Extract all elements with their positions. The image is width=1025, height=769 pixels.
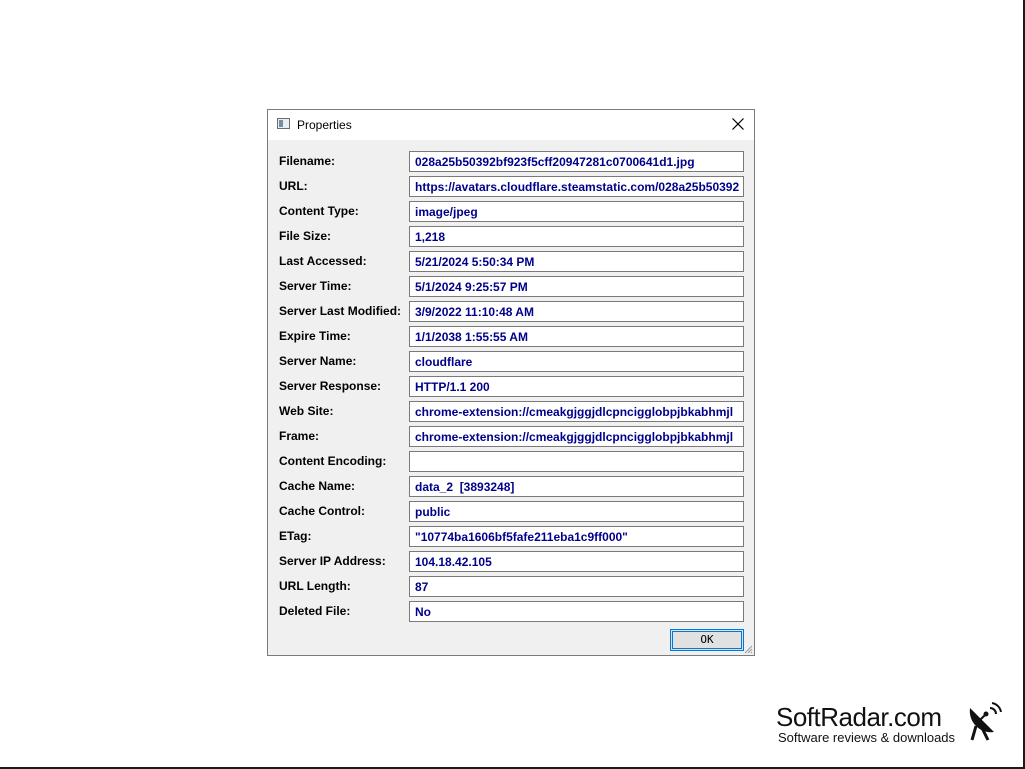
property-row: Cache Control: public [268,499,754,524]
property-value: chrome-extension://cmeakgjggjdlcpncigglo… [415,430,734,444]
property-value-field[interactable]: 5/1/2024 9:25:57 PM [409,276,744,297]
property-label: Server IP Address: [279,554,386,568]
property-row: URL Length: 87 [268,574,754,599]
property-row: Frame: chrome-extension://cmeakgjggjdlcpn… [268,424,754,449]
property-value: data_2 [3893248] [415,480,515,494]
property-value: 028a25b50392bf923f5cff20947281c0700641d1… [415,155,695,169]
watermark-name: SoftRadar.com [776,702,942,732]
property-row: Deleted File: No [268,599,754,624]
property-value: 5/1/2024 9:25:57 PM [415,280,528,294]
dialog-titlebar[interactable]: Properties [268,110,754,140]
property-row: Filename: 028a25b50392bf923f5cff20947281c… [268,149,754,174]
property-value: "10774ba1606bf5fafe211eba1c9ff000" [415,530,628,544]
property-value: No [415,605,431,619]
softradar-watermark: SoftRadar.com Software reviews & downloa… [776,700,1006,748]
property-label: Frame: [279,429,320,443]
property-value-field[interactable]: 1,218 [409,226,744,247]
property-label: File Size: [279,229,332,243]
property-row: Cache Name: data_2 [3893248] [268,474,754,499]
property-row: Expire Time: 1/1/2038 1:55:55 AM [268,324,754,349]
property-value: cloudflare [415,355,473,369]
ok-button[interactable]: OK [670,629,744,651]
property-label: Server Last Modified: [279,304,402,318]
property-row: Server Response: HTTP/1.1 200 [268,374,754,399]
property-value-field[interactable]: 5/21/2024 5:50:34 PM [409,251,744,272]
resize-grip-icon[interactable] [743,644,753,654]
property-label: Server Name: [279,354,357,368]
property-value-field[interactable]: No [409,601,744,622]
close-x-icon [732,118,744,130]
property-value-field[interactable]: 1/1/2038 1:55:55 AM [409,326,744,347]
property-value: https://avatars.cloudflare.steamstatic.c… [415,180,740,194]
property-label: Deleted File: [279,604,351,618]
property-value: HTTP/1.1 200 [415,380,490,394]
property-label: Web Site: [279,404,334,418]
satellite-dish-icon [969,702,1002,741]
property-row: Server Time: 5/1/2024 9:25:57 PM [268,274,754,299]
property-row: File Size: 1,218 [268,224,754,249]
property-row: Content Type: image/jpeg [268,199,754,224]
property-label: Server Response: [279,379,382,393]
dialog-title: Properties [297,118,352,132]
property-value-field[interactable]: "10774ba1606bf5fafe211eba1c9ff000" [409,526,744,547]
property-value: 5/21/2024 5:50:34 PM [415,255,535,269]
property-value-field[interactable]: 104.18.42.105 [409,551,744,572]
property-label: ETag: [279,529,312,543]
screenshot-stage: Properties Filename: 028a25b50392bf923f5c… [0,0,1025,769]
property-label: Content Type: [279,204,359,218]
property-value: 1/1/2038 1:55:55 AM [415,330,528,344]
properties-dialog: Properties Filename: 028a25b50392bf923f5c… [267,109,755,656]
property-label: Cache Name: [279,479,356,493]
property-row: ETag: "10774ba1606bf5fafe211eba1c9ff000" [268,524,754,549]
property-row: Content Encoding: [268,449,754,474]
property-row: Server Name: cloudflare [268,349,754,374]
property-value-field[interactable]: image/jpeg [409,201,744,222]
property-value: 87 [415,580,429,594]
property-value-field[interactable] [409,451,744,472]
property-label: URL: [279,179,308,193]
property-value: 104.18.42.105 [415,555,492,569]
property-row: Web Site: chrome-extension://cmeakgjggjdl… [268,399,754,424]
property-label: Expire Time: [279,329,351,343]
watermark-tagline: Software reviews & downloads [778,730,956,745]
property-value-field[interactable]: cloudflare [409,351,744,372]
property-row: Server Last Modified: 3/9/2022 11:10:48 A… [268,299,754,324]
property-label: Server Time: [279,279,352,293]
property-value-field[interactable]: data_2 [3893248] [409,476,744,497]
property-value-field[interactable]: public [409,501,744,522]
property-value-field[interactable]: HTTP/1.1 200 [409,376,744,397]
property-label: Content Encoding: [279,454,387,468]
property-value: image/jpeg [415,205,478,219]
property-label: URL Length: [279,579,351,593]
property-value-field[interactable]: 3/9/2022 11:10:48 AM [409,301,744,322]
property-value-field[interactable]: chrome-extension://cmeakgjggjdlcpncigglo… [409,426,744,447]
property-value-field[interactable]: chrome-extension://cmeakgjggjdlcpncigglo… [409,401,744,422]
property-label: Last Accessed: [279,254,367,268]
window-icon [277,118,290,129]
property-value-field[interactable]: https://avatars.cloudflare.steamstatic.c… [409,176,744,197]
property-row: URL: https://avatars.cloudflare.steamstat… [268,174,754,199]
property-value: 1,218 [415,230,446,244]
property-value-field[interactable]: 87 [409,576,744,597]
property-row: Last Accessed: 5/21/2024 5:50:34 PM [268,249,754,274]
property-row: Server IP Address: 104.18.42.105 [268,549,754,574]
close-button[interactable] [722,110,754,140]
property-value: chrome-extension://cmeakgjggjdlcpncigglo… [415,405,734,419]
property-value-field[interactable]: 028a25b50392bf923f5cff20947281c0700641d1… [409,151,744,172]
property-value: public [415,505,451,519]
property-label: Filename: [279,154,336,168]
property-value: 3/9/2022 11:10:48 AM [415,305,534,319]
property-label: Cache Control: [279,504,366,518]
